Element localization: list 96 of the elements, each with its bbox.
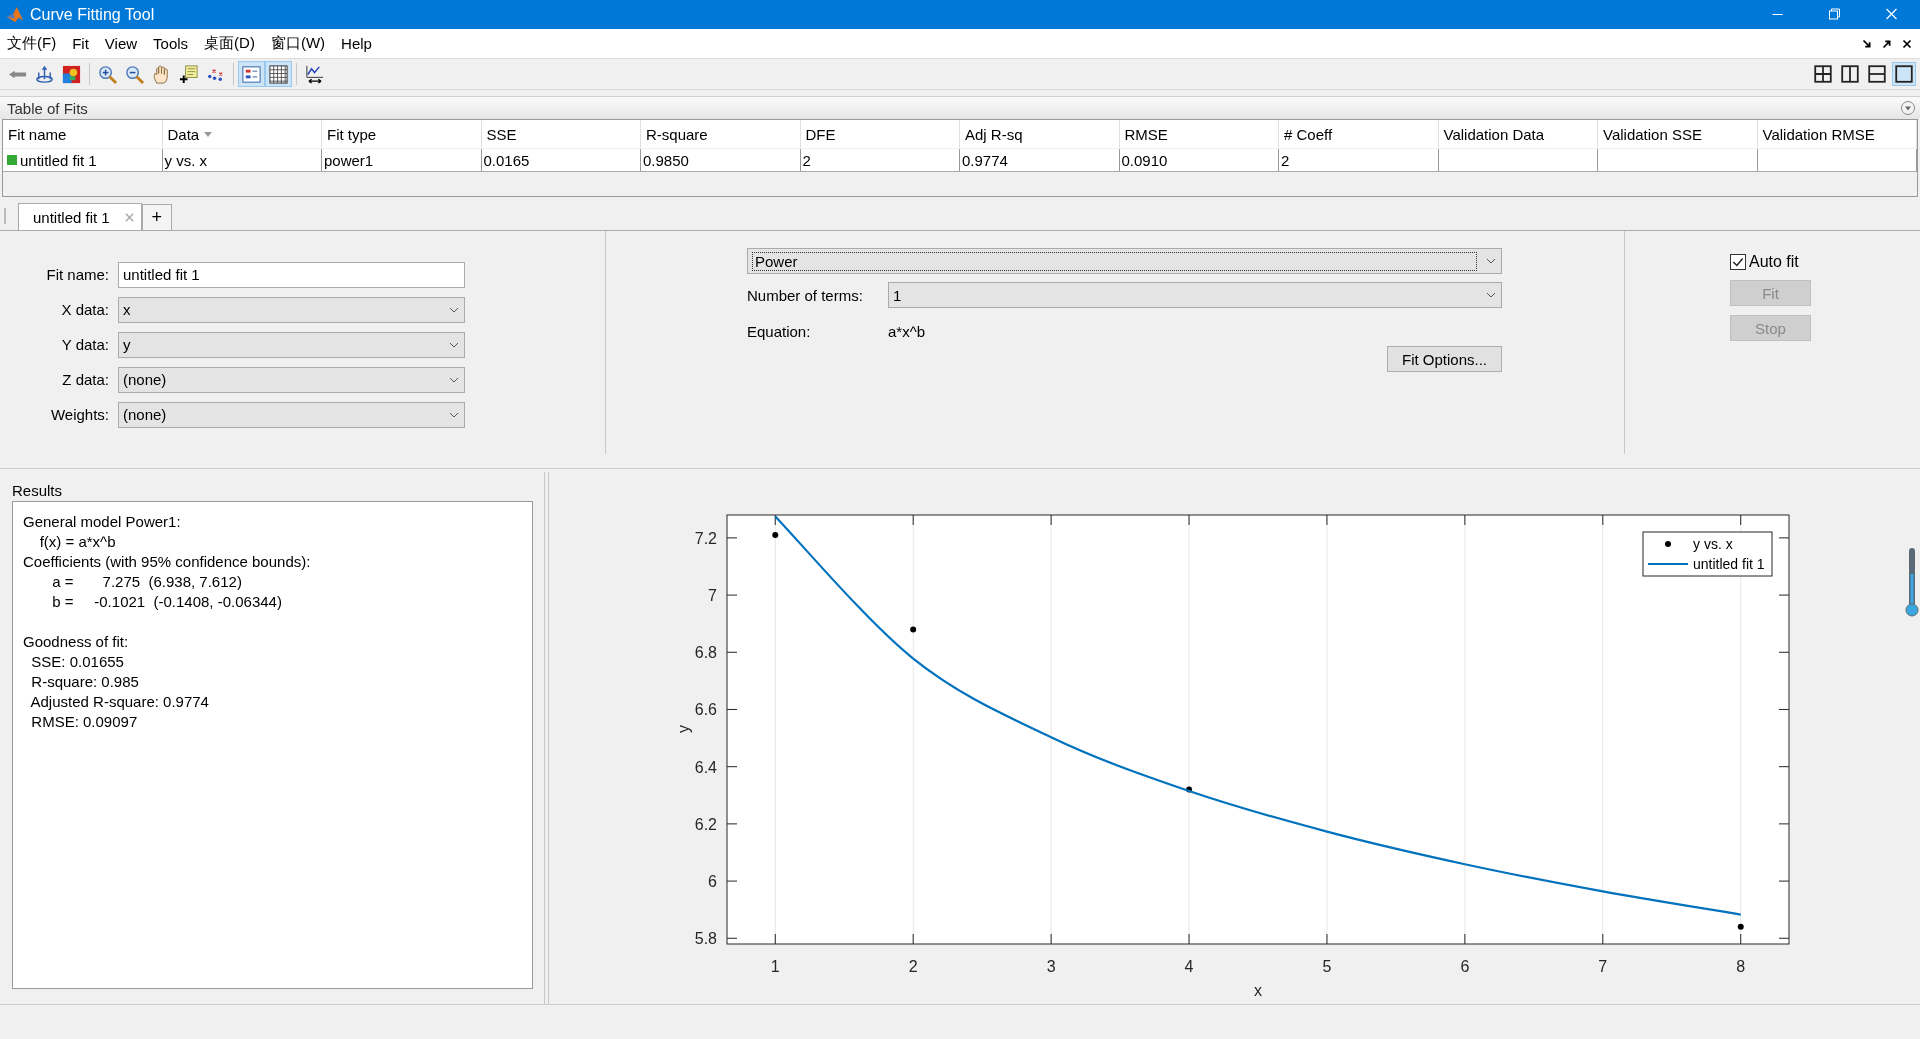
data-dropdown[interactable]: (none) xyxy=(118,366,465,393)
logo-icon xyxy=(6,5,24,24)
layout-icon xyxy=(1813,64,1833,84)
tick-label: 6.6 xyxy=(694,701,717,719)
fit-options-button[interactable]: Fit Options... xyxy=(1386,346,1502,372)
menu-item[interactable]: 窗口(W) xyxy=(262,34,334,53)
table-cell: untitled fit 1 xyxy=(3,149,163,171)
field-label: Fit name: xyxy=(45,266,110,283)
auto-fit-checkbox[interactable]: Auto fit xyxy=(1730,253,1799,271)
tick-label: 8 xyxy=(1736,958,1746,975)
tick-label: 6 xyxy=(1460,958,1470,975)
results-line: Coefficients (with 95% confidence bounds): xyxy=(23,552,312,572)
menu-item[interactable]: Tools xyxy=(145,35,197,52)
legend-line-icon xyxy=(1648,562,1688,566)
tick-label: 7 xyxy=(708,587,717,605)
layout-button[interactable] xyxy=(1892,62,1916,86)
menu-item[interactable]: 桌面(D) xyxy=(196,34,263,53)
results-line: f(x) = a*x^b xyxy=(38,532,117,552)
data-dropdown[interactable]: y xyxy=(118,331,465,358)
data-point xyxy=(772,532,779,538)
slider-icon[interactable] xyxy=(1904,546,1920,618)
results-line: R-square: 0.985 xyxy=(30,672,140,692)
results-line: RMSE: 0.09097 xyxy=(30,712,139,732)
table-cell: 2 xyxy=(800,149,960,171)
field-label: Z data: xyxy=(61,371,110,388)
legend-label: y vs. x xyxy=(1693,536,1733,552)
menu-item[interactable]: Fit xyxy=(64,35,97,52)
data-cursor-icon xyxy=(178,63,199,85)
tick-label: 3 xyxy=(1046,958,1056,975)
collapse-icon[interactable] xyxy=(1900,100,1916,116)
tick-label: 4 xyxy=(1184,958,1194,975)
table-cell: y vs. x xyxy=(162,149,322,171)
tick-label: 5.8 xyxy=(694,930,717,948)
window-title: Curve Fitting Tool xyxy=(30,5,155,24)
fit-type-dropdown[interactable]: Power xyxy=(747,248,1502,274)
fit-name-field[interactable]: untitled fit 1 xyxy=(118,261,465,288)
layout-icon xyxy=(1840,64,1860,84)
layout-icon xyxy=(1867,64,1887,84)
line-chart-icon xyxy=(304,63,325,85)
tick-label: 6.2 xyxy=(694,815,717,833)
axes-icon xyxy=(34,63,55,85)
toolbar-button[interactable] xyxy=(265,61,292,87)
tick-label: 6 xyxy=(708,873,717,891)
data-point xyxy=(1186,786,1193,793)
layout-icon xyxy=(1894,64,1914,84)
fit-tab[interactable]: untitled fit 1 xyxy=(18,203,142,230)
layout-button[interactable] xyxy=(1811,62,1835,86)
table-cell: 0.0165 xyxy=(481,149,641,171)
grid-icon xyxy=(268,63,289,85)
tick-label: 7.2 xyxy=(694,529,717,547)
zoom-in-icon xyxy=(97,63,118,85)
toolbar-button[interactable] xyxy=(238,61,265,87)
legend-label: untitled fit 1 xyxy=(1693,556,1765,572)
tick-label: 1 xyxy=(770,958,780,975)
panel-title: Table of Fits xyxy=(7,99,88,117)
table-cell: 0.9850 xyxy=(641,149,801,171)
results-line: a = 7.275 (6.938, 7.612) xyxy=(51,572,243,592)
tick-label: 5 xyxy=(1322,958,1332,975)
data-point xyxy=(910,626,917,633)
field-label: Equation: xyxy=(747,322,812,340)
equation-text: a*x^b xyxy=(888,322,926,340)
field-label: Number of terms: xyxy=(747,286,864,304)
field-label: X data: xyxy=(60,301,110,318)
table-cell: power1 xyxy=(322,149,482,171)
results-line: Adjusted R-square: 0.9774 xyxy=(29,692,210,712)
tick-label: 6.4 xyxy=(694,758,717,776)
check-icon xyxy=(1731,255,1745,269)
field-label: Y data: xyxy=(60,336,110,353)
table-cell: 2 xyxy=(1279,149,1439,171)
legend-icon xyxy=(241,63,262,85)
layout-button[interactable] xyxy=(1865,62,1889,86)
results-line: SSE: 0.01655 xyxy=(30,652,125,672)
menu-item[interactable]: 文件(F) xyxy=(0,34,65,53)
field-label: Weights: xyxy=(49,406,110,423)
table-cell: 0.9774 xyxy=(960,149,1120,171)
colormap-icon xyxy=(61,63,82,85)
table-cell: 0.0910 xyxy=(1119,149,1279,171)
data-dropdown[interactable]: (none) xyxy=(118,401,465,428)
menu-item[interactable]: View xyxy=(96,35,146,52)
zoom-out-icon xyxy=(124,63,145,85)
tick-label: 2 xyxy=(908,958,918,975)
data-point xyxy=(1737,923,1744,930)
add-tab-button[interactable]: + xyxy=(141,204,172,230)
legend-marker-icon xyxy=(1665,541,1671,547)
menu-item[interactable]: Help xyxy=(333,35,380,52)
results-line: b = -0.1021 (-0.1408, -0.06344) xyxy=(51,592,283,612)
terms-dropdown[interactable]: 1 xyxy=(888,282,1502,308)
data-dropdown[interactable]: x xyxy=(118,296,465,323)
results-line: Goodness of fit: xyxy=(23,632,130,652)
results-title: Results xyxy=(12,482,64,499)
tick-label: 7 xyxy=(1598,958,1608,975)
axis-label: y xyxy=(675,725,692,733)
axis-label: x xyxy=(1254,982,1262,999)
layout-button[interactable] xyxy=(1838,62,1862,86)
tick-label: 6.8 xyxy=(694,644,717,662)
results-line: General model Power1: xyxy=(23,512,182,532)
